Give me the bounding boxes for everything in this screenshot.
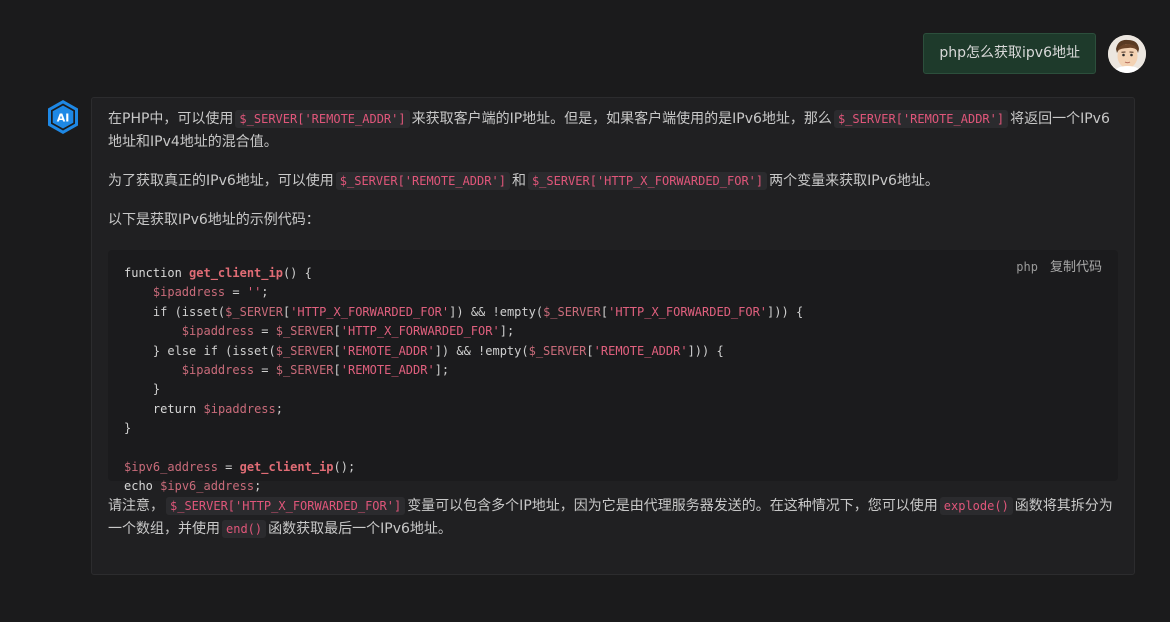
code-content: function get_client_ip() { $ipaddress = … (124, 266, 804, 494)
inline-code: $_SERVER['HTTP_X_FORWARDED_FOR'] (527, 172, 768, 190)
ai-paragraph-1: 在PHP中，可以使用 $_SERVER['REMOTE_ADDR'] 来获取客户端的… (108, 110, 1110, 150)
ai-paragraph-4: 请注意， $_SERVER['HTTP_X_FORWARDED_FOR'] 变量可以… (108, 497, 1113, 538)
inline-code: $_SERVER['HTTP_X_FORWARDED_FOR'] (166, 497, 406, 515)
inline-code: explode() (939, 497, 1013, 515)
ai-logo-icon: AI (46, 99, 80, 135)
inline-code: $_SERVER['REMOTE_ADDR'] (235, 110, 410, 128)
user-message-bubble: php怎么获取ipv6地址 (923, 33, 1096, 74)
ai-response-card: 在PHP中，可以使用 $_SERVER['REMOTE_ADDR'] 来获取客户端的… (91, 97, 1135, 575)
inline-code: end() (222, 520, 267, 538)
chat-page: php怎么获取ipv6地址 AI 在PHP中，可以使用 $_SERVER['RE… (0, 0, 1170, 622)
user-avatar-icon (1108, 34, 1146, 73)
user-avatar[interactable] (1108, 34, 1146, 73)
inline-code: $_SERVER['REMOTE_ADDR'] (833, 110, 1009, 128)
copy-code-button[interactable]: 复制代码 (1050, 256, 1102, 279)
svg-text:AI: AI (57, 112, 70, 125)
ai-paragraph-2: 为了获取真正的IPv6地址，可以使用 $_SERVER['REMOTE_ADDR'… (108, 172, 939, 190)
user-message-row: php怎么获取ipv6地址 (923, 33, 1146, 74)
code-language-label: php (1016, 260, 1038, 274)
inline-code: $_SERVER['REMOTE_ADDR'] (335, 172, 510, 190)
code-block-header: php 复制代码 (1016, 256, 1102, 279)
code-block: php 复制代码 function get_client_ip() { $ipa… (108, 250, 1118, 493)
ai-paragraph-3: 以下是获取IPv6地址的示例代码： (108, 212, 320, 228)
